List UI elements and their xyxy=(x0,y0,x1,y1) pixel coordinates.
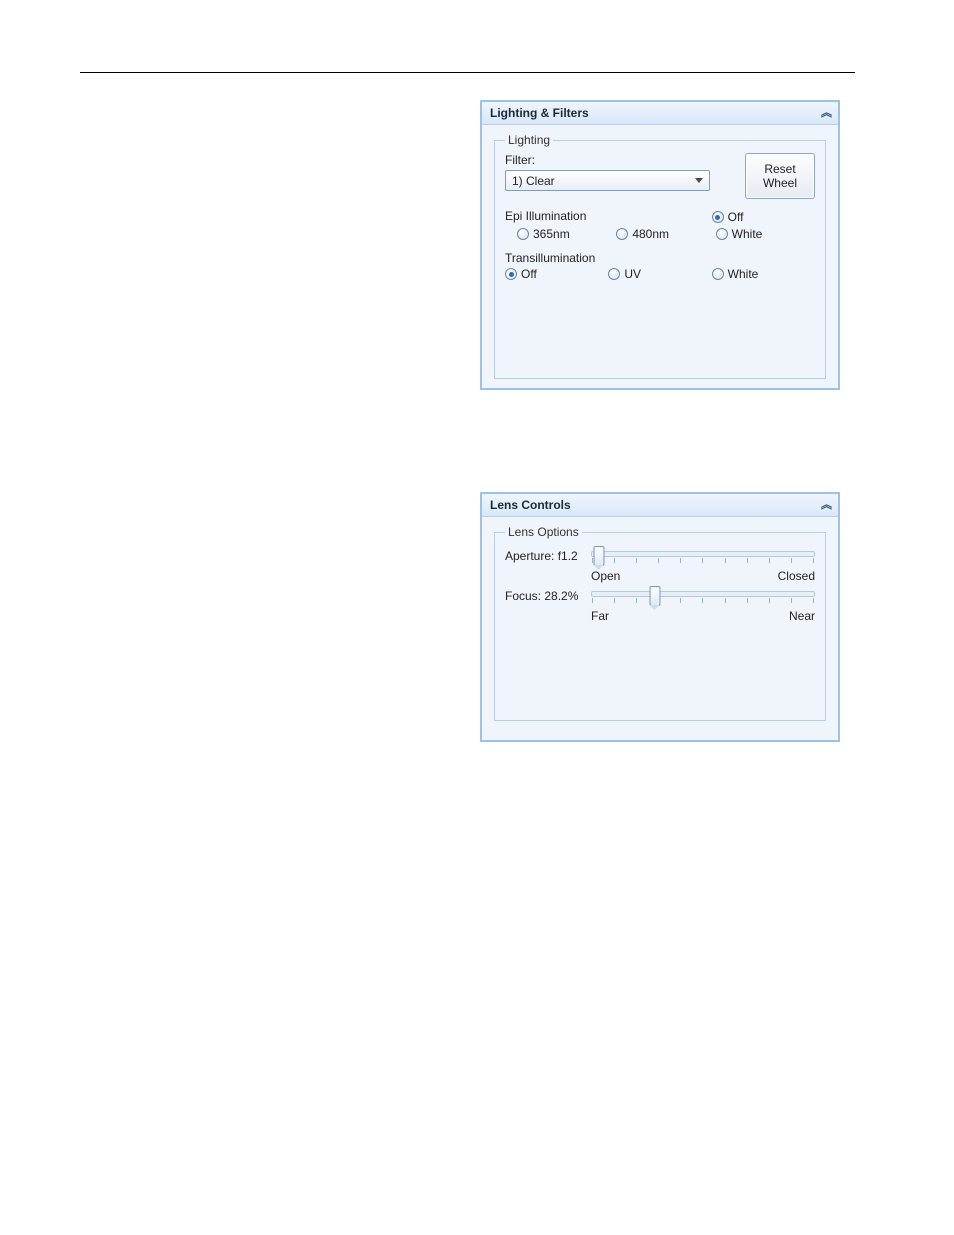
radio-epi-off[interactable]: Off xyxy=(712,209,815,225)
radio-label: 365nm xyxy=(533,227,570,241)
slider-ticks xyxy=(592,558,814,564)
radio-icon xyxy=(712,268,724,280)
radio-trans-white[interactable]: White xyxy=(712,267,815,281)
group-legend: Lens Options xyxy=(505,525,582,539)
lighting-group: Lighting Filter: 1) Clear Reset Wheel Ep… xyxy=(494,133,826,379)
slider-track xyxy=(591,591,815,597)
group-legend: Lighting xyxy=(505,133,553,147)
panel-title: Lighting & Filters xyxy=(490,106,589,120)
focus-slider[interactable]: Far Near xyxy=(591,587,815,623)
radio-icon xyxy=(517,228,529,240)
radio-icon xyxy=(716,228,728,240)
radio-icon xyxy=(608,268,620,280)
epi-heading: Epi Illumination xyxy=(505,209,712,223)
collapse-icon[interactable]: ︽ xyxy=(821,500,830,510)
lens-controls-panel: Lens Controls ︽ Lens Options Aperture: f… xyxy=(480,492,840,742)
slider-min-label: Open xyxy=(591,569,620,583)
radio-label: UV xyxy=(624,267,641,281)
radio-icon xyxy=(505,268,517,280)
slider-thumb[interactable] xyxy=(649,586,660,606)
trans-heading: Transillumination xyxy=(505,251,815,265)
radio-label: Off xyxy=(728,210,744,224)
slider-min-label: Far xyxy=(591,609,609,623)
radio-label: White xyxy=(732,227,763,241)
panel-titlebar: Lens Controls ︽ xyxy=(482,494,838,517)
filter-selected: 1) Clear xyxy=(512,174,555,188)
radio-icon xyxy=(712,211,724,223)
slider-track xyxy=(591,551,815,557)
radio-trans-uv[interactable]: UV xyxy=(608,267,711,281)
radio-epi-365nm[interactable]: 365nm xyxy=(517,227,616,241)
radio-epi-white[interactable]: White xyxy=(716,227,815,241)
lighting-filters-panel: Lighting & Filters ︽ Lighting Filter: 1)… xyxy=(480,100,840,390)
slider-max-label: Closed xyxy=(778,569,815,583)
divider xyxy=(80,72,855,73)
radio-label: White xyxy=(728,267,759,281)
panel-titlebar: Lighting & Filters ︽ xyxy=(482,102,838,125)
aperture-slider[interactable]: Open Closed xyxy=(591,547,815,583)
reset-wheel-button[interactable]: Reset Wheel xyxy=(745,153,815,199)
radio-icon xyxy=(616,228,628,240)
radio-trans-off[interactable]: Off xyxy=(505,267,608,281)
filter-label: Filter: xyxy=(505,153,735,167)
lens-options-group: Lens Options Aperture: f1.2 Open Closed xyxy=(494,525,826,721)
chevron-down-icon xyxy=(695,178,703,183)
slider-thumb[interactable] xyxy=(593,546,604,566)
radio-label: 480nm xyxy=(632,227,669,241)
aperture-label: Aperture: f1.2 xyxy=(505,547,585,563)
filter-dropdown[interactable]: 1) Clear xyxy=(505,170,710,191)
panel-title: Lens Controls xyxy=(490,498,571,512)
slider-max-label: Near xyxy=(789,609,815,623)
radio-label: Off xyxy=(521,267,537,281)
collapse-icon[interactable]: ︽ xyxy=(821,108,830,118)
radio-epi-480nm[interactable]: 480nm xyxy=(616,227,715,241)
slider-ticks xyxy=(592,598,814,604)
focus-label: Focus: 28.2% xyxy=(505,587,585,603)
